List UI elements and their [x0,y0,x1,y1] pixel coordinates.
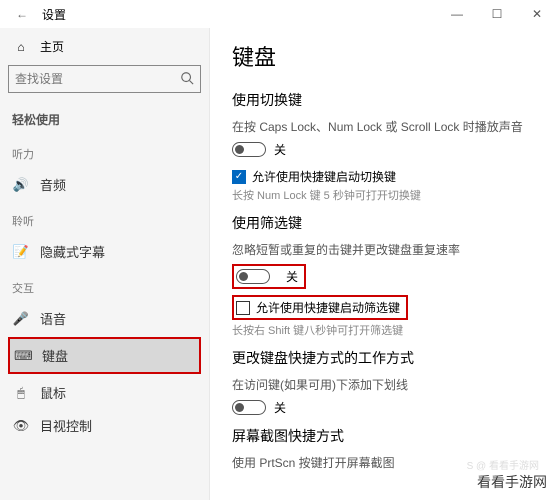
category-hearing2: 聆听 [8,209,201,235]
heading-filter-keys: 使用筛选键 [232,213,553,233]
sub-toggle-keys: 长按 Num Lock 键 5 秒钟可打开切换键 [232,187,553,203]
heading-shortcut-mode: 更改键盘快捷方式的工作方式 [232,348,553,368]
annotation-highlight-keyboard: ⌨ 键盘 [8,337,201,374]
checkbox-filter-shortcut[interactable] [236,301,250,315]
desc-toggle-keys: 在按 Caps Lock、Num Lock 或 Scroll Lock 时播放声… [232,118,553,135]
toggle-label: 关 [274,399,286,416]
main-panel: 键盘 使用切换键 在按 Caps Lock、Num Lock 或 Scroll … [210,28,557,500]
annotation-highlight-filter-checkbox: 允许使用快捷键启动筛选键 [232,295,408,320]
minimize-button[interactable]: — [437,0,477,28]
toggle-label: 关 [286,268,298,285]
sidebar-item-captions[interactable]: 📝 隐藏式字幕 [8,235,201,268]
category-interact: 交互 [8,276,201,302]
page-title: 键盘 [232,40,553,72]
maximize-button[interactable]: ☐ [477,0,517,28]
desc-filter-keys: 忽略短暂或重复的击键并更改键盘重复速率 [232,241,553,258]
annotation-highlight-filter-toggle: 关 [232,264,306,289]
sidebar-item-label: 键盘 [42,346,68,365]
home-icon: ⌂ [12,40,30,54]
checkbox-label: 允许使用快捷键启动切换键 [252,168,396,185]
category-hearing: 听力 [8,142,201,168]
heading-prtscn: 屏幕截图快捷方式 [232,426,553,446]
checkbox-toggle-shortcut[interactable]: ✓ [232,170,246,184]
sidebar-item-label: 语音 [40,309,66,328]
back-icon[interactable]: ← [10,7,34,21]
sidebar-item-audio[interactable]: 🔊 音频 [8,168,201,201]
sidebar-item-speech[interactable]: 🎤 语音 [8,302,201,335]
search-icon [180,71,194,88]
watermark: 看看手游网 [473,470,551,494]
sidebar-item-home[interactable]: ⌂ 主页 [8,32,201,65]
sidebar-item-mouse[interactable]: 🖱 鼠标 [8,376,201,409]
window-controls: — ☐ ✕ [437,0,557,28]
category-ease: 轻松使用 [8,107,201,134]
sidebar-item-label: 隐藏式字幕 [40,242,105,261]
toggle-underline-access[interactable] [232,400,266,415]
sidebar-item-label: 鼠标 [40,383,66,402]
heading-toggle-keys: 使用切换键 [232,90,553,110]
sidebar-item-label: 音频 [40,175,66,194]
window-title: 设置 [42,6,66,23]
cc-icon: 📝 [12,244,30,260]
keyboard-icon: ⌨ [14,348,32,364]
close-button[interactable]: ✕ [517,0,557,28]
toggle-label: 关 [274,141,286,158]
mic-icon: 🎤 [12,311,30,327]
toggle-filter-keys[interactable] [236,269,270,284]
desc-shortcut-mode: 在访问键(如果可用)下添加下划线 [232,376,553,393]
mouse-icon: 🖱 [12,385,30,401]
checkbox-label: 允许使用快捷键启动筛选键 [256,299,400,316]
search-input[interactable] [15,72,180,86]
toggle-toggle-keys[interactable] [232,142,266,157]
sidebar: ⌂ 主页 轻松使用 听力 🔊 音频 聆听 📝 隐藏式字幕 交互 🎤 语音 ⌨ [0,28,210,500]
sidebar-item-eye-control[interactable]: 👁 目视控制 [8,409,201,442]
sub-filter-keys: 长按右 Shift 键八秒钟可打开筛选键 [232,322,553,338]
eye-icon: 👁 [12,418,30,434]
speaker-icon: 🔊 [12,177,30,193]
sidebar-item-keyboard[interactable]: ⌨ 键盘 [10,339,199,372]
home-label: 主页 [40,38,64,55]
sidebar-item-label: 目视控制 [40,416,92,435]
search-box[interactable] [8,65,201,93]
